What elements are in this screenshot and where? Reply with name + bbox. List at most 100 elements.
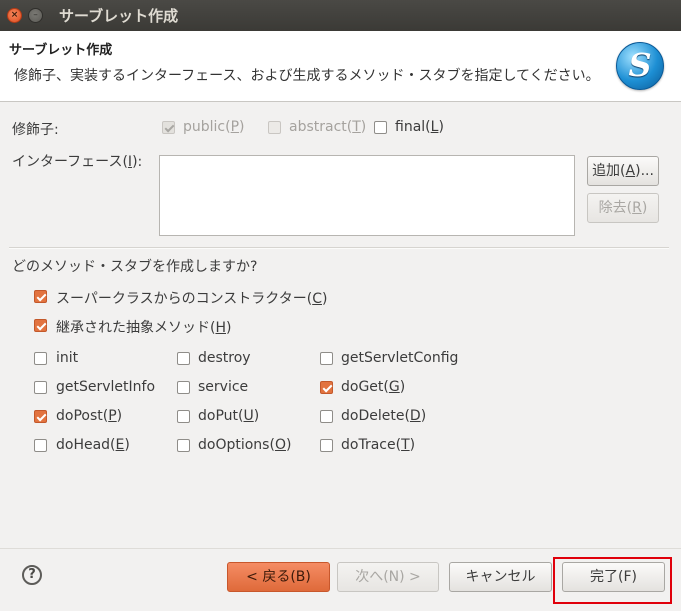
method-label-getservletinfo: getServletInfo [56,379,155,395]
method-suffix-dohead: ) [124,437,130,453]
add-interface-button[interactable]: 追加(A)... [587,156,659,186]
public-mnemonic: P [230,119,240,135]
inherited-abstract-label: 継承された抽象メソッド(H) [56,317,231,337]
method-text-init: init [56,350,79,366]
method-text-dodelete: doDelete( [341,408,410,424]
inherited-abstract-mnemonic: H [215,320,226,336]
method-checkbox-init[interactable] [34,352,47,365]
wizard-header-title: サーブレット作成 [9,43,113,58]
inherited-abstract-checkbox[interactable] [34,319,47,332]
public-checkbox[interactable] [162,121,175,134]
abstract-suffix: ) [360,119,367,135]
wizard-header-description: 修飾子、実装するインターフェース、および生成するメソッド・スタブを指定してくださ… [14,68,600,84]
method-text-dotrace: doTrace( [341,437,402,453]
method-label-doget: doGet(G) [341,379,405,395]
method-checkbox-destroy[interactable] [177,352,190,365]
close-window-button[interactable]: × [7,8,22,23]
method-checkbox-getservletinfo[interactable] [34,381,47,394]
cancel-button[interactable]: キャンセル [449,562,552,592]
method-label-init: init [56,350,78,366]
method-label-dopost: doPost(P) [56,408,122,424]
method-mnemonic-doput: U [243,408,254,424]
method-text-dooptions: doOptions( [198,437,275,453]
footer-separator [0,548,681,549]
public-text: public( [183,119,231,135]
abstract-mnemonic: T [352,119,361,135]
section-separator [9,247,669,249]
inherited-abstract-suffix: ) [226,320,232,336]
final-text: final( [395,119,431,135]
remove-interface-button[interactable]: 除去(R) [587,193,659,223]
method-checkbox-doget[interactable] [320,381,333,394]
servlet-logo-icon: S [616,42,664,90]
method-mnemonic-dotrace: T [401,437,410,453]
next-button[interactable]: 次へ(N) > [337,562,439,592]
method-label-dotrace: doTrace(T) [341,437,415,453]
add-interface-mnemonic: A [625,163,636,179]
method-mnemonic-dooptions: O [274,437,286,453]
wizard-header: サーブレット作成 修飾子、実装するインターフェース、および生成するメソッド・スタ… [0,31,681,102]
final-suffix: ) [438,119,444,135]
interfaces-label: インターフェース(I): [12,151,142,171]
method-suffix-doput: ) [253,408,260,424]
method-label-dooptions: doOptions(O) [198,437,291,453]
method-suffix-dotrace: ) [409,437,416,453]
abstract-text: abstract( [289,119,353,135]
public-label: public(P) [183,119,245,135]
interfaces-label-text: インターフェース( [12,154,128,170]
add-interface-suffix: )... [635,163,654,179]
method-checkbox-dodelete[interactable] [320,410,333,423]
method-text-doput: doPut( [198,408,244,424]
method-mnemonic-doget: G [388,379,400,395]
method-suffix-dopost: ) [116,408,123,424]
question-mark-icon[interactable]: ? [22,565,42,585]
remove-interface-suffix: ) [641,200,648,216]
method-label-dohead: doHead(E) [56,437,130,453]
final-label: final(L) [395,119,444,135]
method-checkbox-doput[interactable] [177,410,190,423]
method-text-doget: doGet( [341,379,389,395]
method-text-service: service [198,379,249,395]
abstract-label: abstract(T) [289,119,366,135]
method-checkbox-dopost[interactable] [34,410,47,423]
public-suffix: ) [239,119,245,135]
window-title: サーブレット作成 [59,7,179,25]
method-checkbox-getservletconfig[interactable] [320,352,333,365]
method-checkbox-service[interactable] [177,381,190,394]
interfaces-label-suffix: ): [132,154,143,170]
abstract-checkbox[interactable] [268,121,281,134]
method-text-getservletinfo: getServletInfo [56,379,156,395]
method-mnemonic-dopost: P [108,408,117,424]
final-checkbox[interactable] [374,121,387,134]
remove-interface-mnemonic: R [632,200,642,216]
stubs-question: どのメソッド・スタブを作成しますか? [12,259,258,275]
method-suffix-dodelete: ) [420,408,427,424]
add-interface-text: 追加( [592,163,626,179]
superclass-constructor-mnemonic: C [312,291,322,307]
method-text-getservletconfig: getServletConfig [341,350,459,366]
method-checkbox-dotrace[interactable] [320,439,333,452]
method-checkbox-dooptions[interactable] [177,439,190,452]
interfaces-list[interactable] [159,155,575,236]
minimize-window-button[interactable]: – [28,8,43,23]
method-label-destroy: destroy [198,350,251,366]
method-checkbox-dohead[interactable] [34,439,47,452]
superclass-constructor-checkbox[interactable] [34,290,47,303]
inherited-abstract-text: 継承された抽象メソッド( [56,320,216,336]
method-label-dodelete: doDelete(D) [341,408,426,424]
method-suffix-doget: ) [399,379,406,395]
back-button[interactable]: < 戻る(B) [227,562,330,592]
superclass-constructor-suffix: ) [321,291,328,307]
finish-button-highlight [553,557,672,604]
method-label-doput: doPut(U) [198,408,259,424]
servlet-logo-letter: S [628,46,652,84]
method-text-dohead: doHead( [56,437,116,453]
method-mnemonic-dodelete: D [409,408,421,424]
window-titlebar: × – サーブレット作成 [0,0,681,32]
method-label-getservletconfig: getServletConfig [341,350,458,366]
superclass-constructor-text: スーパークラスからのコンストラクター( [56,291,313,307]
modifiers-label: 修飾子: [12,122,59,138]
remove-interface-text: 除去( [598,200,633,216]
method-text-destroy: destroy [198,350,251,366]
superclass-constructor-label: スーパークラスからのコンストラクター(C) [56,288,327,308]
